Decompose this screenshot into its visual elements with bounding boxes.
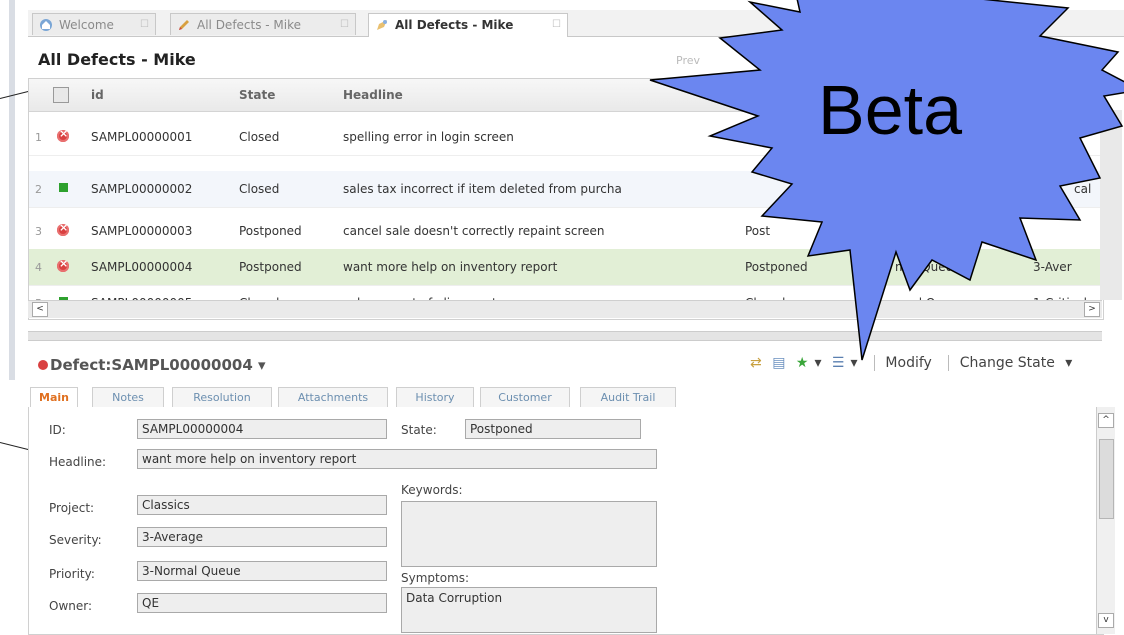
cell-state: Closed — [239, 130, 280, 144]
cell-id: SAMPL00000002 — [91, 182, 193, 196]
headline-field[interactable]: want more help on inventory report — [137, 449, 657, 469]
cell-headline: spelling error in login screen — [343, 130, 514, 144]
home-icon — [40, 19, 52, 31]
id-label: ID: — [49, 423, 66, 437]
cell-state: Postponed — [239, 224, 302, 238]
error-status-icon — [57, 127, 69, 142]
scroll-left-icon[interactable]: < — [32, 302, 48, 317]
id-field[interactable]: SAMPL00000004 — [137, 419, 387, 439]
symptoms-field[interactable]: Data Corruption — [401, 587, 657, 633]
project-label: Project: — [49, 501, 95, 515]
tab-label: Welcome — [59, 18, 114, 32]
state-label: State: — [401, 423, 437, 437]
tab-label: All Defects - Mike — [395, 18, 514, 32]
ok-status-icon — [59, 183, 68, 192]
priority-label: Priority: — [49, 567, 95, 581]
keywords-label: Keywords: — [401, 483, 463, 497]
query-icon — [377, 20, 387, 30]
tab-customer[interactable]: Customer — [480, 387, 570, 407]
tab-notes[interactable]: Notes — [92, 387, 164, 407]
defect-form: ID: SAMPL00000004 State: Postponed Headl… — [28, 407, 1104, 635]
cell-state: Postponed — [239, 260, 302, 274]
chevron-down-icon[interactable]: ▾ — [258, 356, 266, 374]
column-header-headline[interactable]: Headline — [343, 88, 403, 102]
beta-starburst — [649, 0, 1124, 361]
project-field[interactable]: Classics — [137, 495, 387, 515]
owner-field[interactable]: QE — [137, 593, 387, 613]
state-field[interactable]: Postponed — [465, 419, 641, 439]
tab-main[interactable]: Main — [30, 387, 78, 407]
scroll-up-icon[interactable]: ^ — [1098, 413, 1114, 428]
row-number: 3 — [35, 225, 42, 238]
owner-label: Owner: — [49, 599, 93, 613]
starburst-shape — [649, 0, 1124, 361]
tab-history[interactable]: History — [396, 387, 474, 407]
close-icon[interactable]: ☐ — [340, 14, 349, 36]
list-title: All Defects - Mike — [38, 50, 196, 69]
defect-title[interactable]: Defect:SAMPL00000004 ▾ — [38, 356, 266, 374]
tab-resolution[interactable]: Resolution — [172, 387, 272, 407]
form-vertical-scrollbar[interactable]: ^ v — [1096, 407, 1115, 634]
cell-id: SAMPL00000004 — [91, 260, 193, 274]
tab-all-defects[interactable]: All Defects - Mike ☐ — [170, 13, 356, 35]
tab-label: All Defects - Mike — [197, 18, 302, 32]
scroll-down-icon[interactable]: v — [1098, 613, 1114, 628]
headline-label: Headline: — [49, 455, 107, 469]
cell-id: SAMPL00000001 — [91, 130, 193, 144]
error-status-icon — [38, 360, 48, 370]
severity-label: Severity: — [49, 533, 102, 547]
row-number: 2 — [35, 183, 42, 196]
column-header-state[interactable]: State — [239, 88, 275, 102]
cell-state: Closed — [239, 182, 280, 196]
callout-line — [0, 442, 30, 451]
column-select-icon[interactable] — [53, 87, 69, 103]
severity-field[interactable]: 3-Average — [137, 527, 387, 547]
tab-audit-trail[interactable]: Audit Trail — [580, 387, 676, 407]
pencil-icon — [179, 20, 189, 30]
symptoms-label: Symptoms: — [401, 571, 470, 585]
row-number: 1 — [35, 131, 42, 144]
error-status-icon — [57, 257, 69, 272]
cell-id: SAMPL00000003 — [91, 224, 193, 238]
defect-title-text: Defect:SAMPL00000004 — [50, 356, 253, 374]
error-status-icon — [57, 221, 69, 236]
tab-welcome[interactable]: Welcome ☐ — [32, 13, 156, 35]
row-number: 4 — [35, 261, 42, 274]
close-icon[interactable]: ☐ — [140, 14, 149, 36]
priority-field[interactable]: 3-Normal Queue — [137, 561, 387, 581]
column-header-id[interactable]: id — [91, 88, 104, 102]
left-edge-bar — [9, 0, 15, 380]
beta-label: Beta — [818, 71, 962, 149]
scroll-thumb[interactable] — [1099, 439, 1114, 519]
keywords-field[interactable] — [401, 501, 657, 567]
tab-attachments[interactable]: Attachments — [278, 387, 388, 407]
